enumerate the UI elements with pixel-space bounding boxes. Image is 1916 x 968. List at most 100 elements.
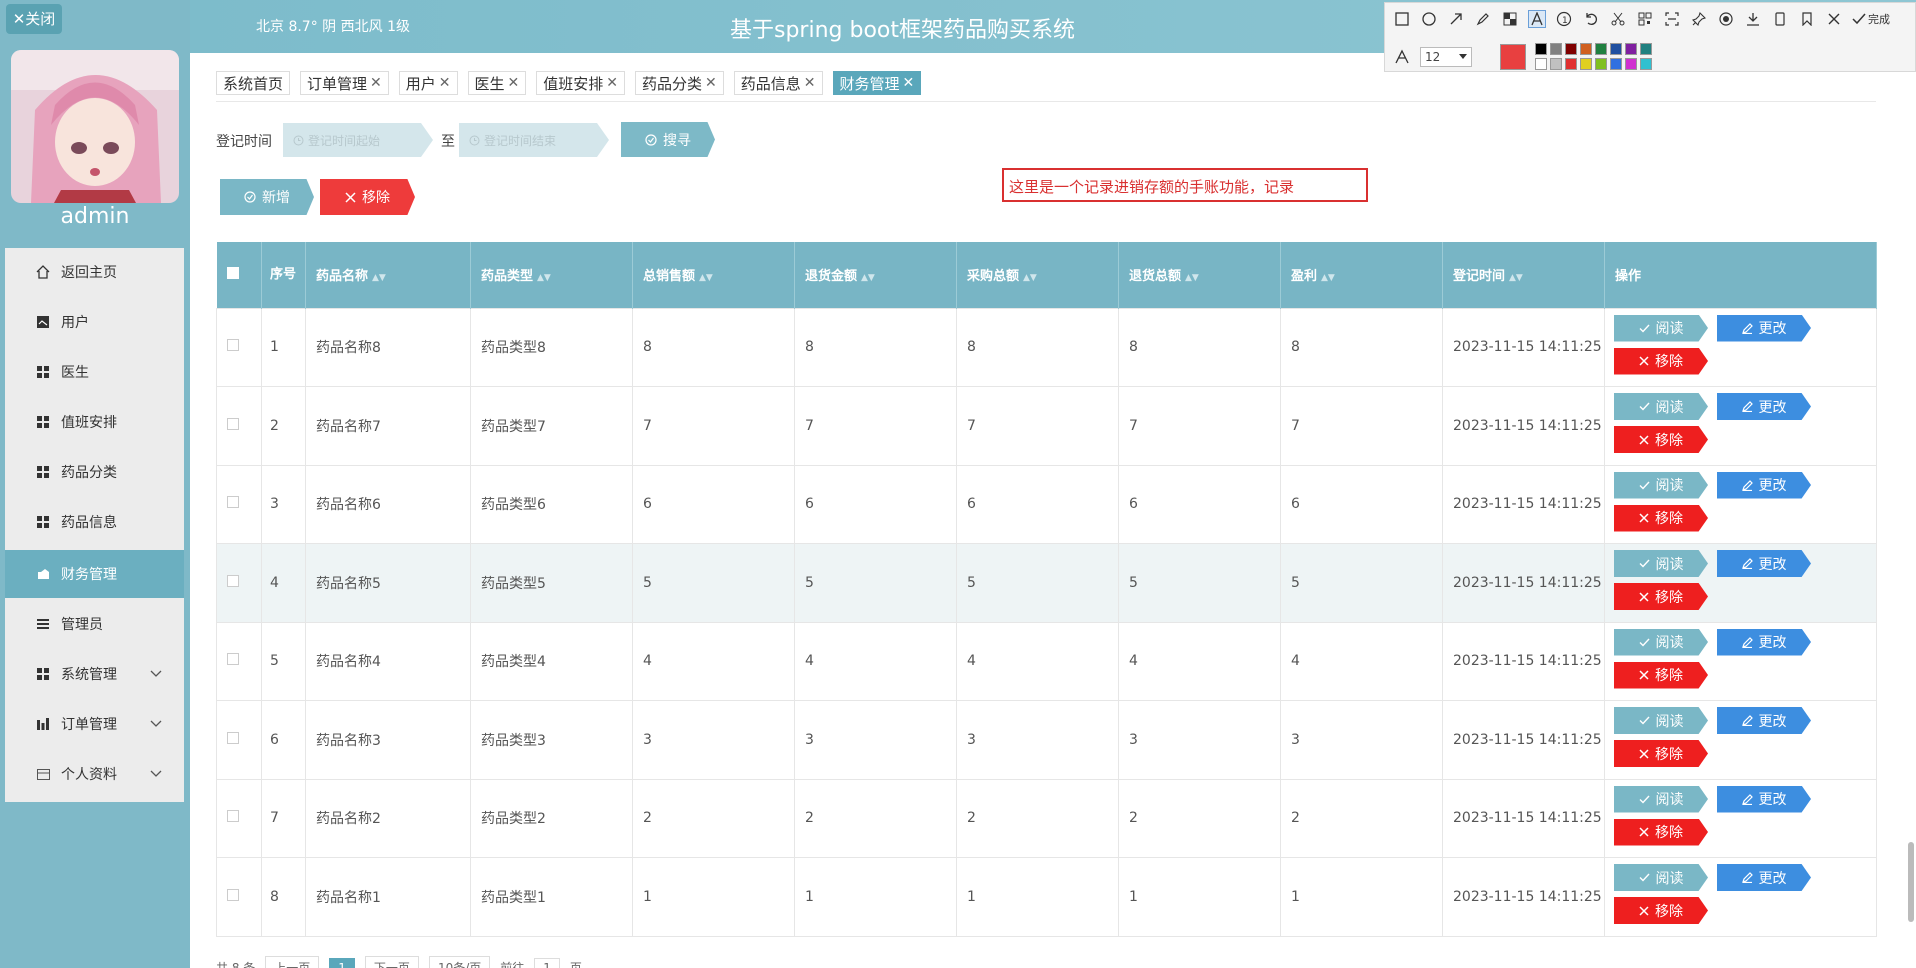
color-swatch[interactable] — [1640, 58, 1652, 70]
number-marker-icon[interactable]: 1 — [1555, 10, 1573, 28]
delete-button[interactable]: 移除 — [1614, 583, 1708, 610]
rectangle-tool-icon[interactable] — [1393, 10, 1411, 28]
delete-button[interactable]: 移除 — [1614, 818, 1708, 846]
row-checkbox[interactable] — [227, 339, 239, 352]
tab-close-icon[interactable]: ✕ — [508, 75, 520, 91]
tab-close-icon[interactable]: ✕ — [804, 75, 816, 91]
sort-icon[interactable]: ▲▼ — [861, 273, 875, 283]
sidebar-item-duty[interactable]: 值班安排 — [5, 398, 184, 446]
date-end-input[interactable]: 登记时间结束 — [459, 123, 609, 157]
color-swatch[interactable] — [1595, 43, 1607, 55]
sidebar-item-admin[interactable]: 管理员 — [5, 600, 184, 648]
tab-home[interactable]: 系统首页 — [216, 71, 291, 95]
sidebar-item-system[interactable]: 系统管理 — [5, 650, 184, 698]
color-swatch[interactable] — [1610, 58, 1622, 70]
read-button[interactable]: 阅读 — [1614, 785, 1708, 813]
color-swatch[interactable] — [1550, 58, 1562, 70]
color-swatch[interactable] — [1565, 58, 1577, 70]
search-button[interactable]: 搜寻 — [621, 122, 715, 157]
tab-drug-info[interactable]: 药品信息 ✕ — [733, 71, 823, 95]
text-tool-icon[interactable] — [1528, 10, 1546, 28]
current-color-swatch[interactable] — [1500, 43, 1526, 70]
delete-button[interactable]: 移除 — [1614, 661, 1708, 689]
row-checkbox[interactable] — [227, 731, 239, 744]
edit-button[interactable]: 更改 — [1717, 471, 1811, 499]
header-name[interactable]: 药品名称 ▲▼ — [305, 242, 471, 308]
close-sidebar-button[interactable]: ✕关闭 — [6, 4, 62, 34]
read-button[interactable]: 阅读 — [1614, 471, 1708, 499]
font-size-select[interactable]: 12 — [1420, 46, 1472, 67]
color-swatch[interactable] — [1595, 58, 1607, 70]
sort-icon[interactable]: ▲▼ — [1023, 273, 1037, 283]
next-page-button[interactable]: 下一页 — [364, 956, 419, 968]
delete-button[interactable]: 移除 — [1614, 740, 1708, 767]
tab-duty[interactable]: 值班安排 ✕ — [536, 71, 626, 95]
sort-icon[interactable]: ▲▼ — [699, 273, 713, 283]
color-swatch[interactable] — [1625, 58, 1637, 70]
sidebar-item-user[interactable]: 用户 — [5, 298, 184, 346]
cut-icon[interactable] — [1609, 10, 1627, 28]
download-icon[interactable] — [1744, 10, 1762, 28]
header-profit[interactable]: 盈利 ▲▼ — [1280, 242, 1443, 308]
row-checkbox[interactable] — [227, 888, 239, 901]
delete-button[interactable]: 移除 — [1614, 426, 1708, 453]
pen-tool-icon[interactable] — [1474, 10, 1492, 28]
remove-button[interactable]: 移除 — [320, 179, 415, 215]
row-checkbox[interactable] — [227, 574, 239, 587]
read-button[interactable]: 阅读 — [1614, 628, 1708, 656]
pin-icon[interactable] — [1690, 10, 1708, 28]
color-swatch[interactable] — [1580, 43, 1592, 55]
date-start-input[interactable]: 登记时间起始 — [283, 123, 433, 157]
close-icon[interactable] — [1825, 10, 1843, 28]
scan-icon[interactable] — [1663, 10, 1681, 28]
sidebar-item-orders[interactable]: 订单管理 — [5, 700, 184, 748]
sidebar-item-doctor[interactable]: 医生 — [5, 348, 184, 396]
sort-icon[interactable]: ▲▼ — [372, 273, 386, 283]
record-icon[interactable] — [1717, 10, 1735, 28]
arrow-tool-icon[interactable] — [1447, 10, 1465, 28]
read-button[interactable]: 阅读 — [1614, 864, 1708, 891]
tab-close-icon[interactable]: ✕ — [903, 75, 915, 91]
color-swatch[interactable] — [1610, 43, 1622, 55]
row-checkbox[interactable] — [227, 417, 239, 430]
sidebar-item-profile[interactable]: 个人资料 — [5, 750, 184, 798]
tab-close-icon[interactable]: ✕ — [439, 75, 451, 91]
delete-button[interactable]: 移除 — [1614, 347, 1708, 375]
edit-button[interactable]: 更改 — [1717, 785, 1811, 813]
sort-icon[interactable]: ▲▼ — [1509, 273, 1523, 283]
qr-icon[interactable] — [1636, 10, 1654, 28]
tab-close-icon[interactable]: ✕ — [370, 75, 382, 91]
read-button[interactable]: 阅读 — [1614, 707, 1708, 734]
header-return-total[interactable]: 退货总额 ▲▼ — [1118, 242, 1281, 308]
edit-button[interactable]: 更改 — [1717, 707, 1811, 734]
phone-icon[interactable] — [1771, 10, 1789, 28]
tab-doctors[interactable]: 医生 ✕ — [467, 71, 527, 95]
color-swatch[interactable] — [1580, 58, 1592, 70]
color-swatch[interactable] — [1535, 58, 1547, 70]
goto-page-input[interactable]: 1 — [534, 957, 560, 968]
row-checkbox[interactable] — [227, 653, 239, 666]
edit-button[interactable]: 更改 — [1717, 314, 1811, 342]
delete-button[interactable]: 移除 — [1614, 897, 1708, 924]
edit-button[interactable]: 更改 — [1717, 393, 1811, 420]
color-swatch[interactable] — [1535, 43, 1547, 55]
sort-icon[interactable]: ▲▼ — [1321, 273, 1335, 283]
tab-finance[interactable]: 财务管理 ✕ — [832, 71, 922, 95]
tab-close-icon[interactable]: ✕ — [705, 75, 717, 91]
prev-page-button[interactable]: 上一页 — [265, 956, 320, 968]
edit-button[interactable]: 更改 — [1717, 550, 1811, 577]
edit-button[interactable]: 更改 — [1717, 864, 1811, 891]
header-date[interactable]: 登记时间 ▲▼ — [1442, 242, 1605, 308]
row-checkbox[interactable] — [227, 810, 239, 823]
current-page-button[interactable]: 1 — [329, 957, 355, 968]
annotation-textbox[interactable]: 这里是一个记录进销存额的手账功能，记录 — [1002, 168, 1368, 202]
sort-icon[interactable]: ▲▼ — [1185, 273, 1199, 283]
select-all-checkbox[interactable] — [226, 266, 239, 279]
header-type[interactable]: 药品类型 ▲▼ — [470, 242, 633, 308]
tab-orders[interactable]: 订单管理 ✕ — [300, 71, 389, 95]
add-button[interactable]: 新增 — [220, 179, 314, 215]
edit-button[interactable]: 更改 — [1717, 628, 1811, 656]
scrollbar[interactable] — [1908, 842, 1914, 922]
done-button[interactable]: 完成 — [1852, 11, 1890, 27]
sort-icon[interactable]: ▲▼ — [537, 273, 551, 283]
